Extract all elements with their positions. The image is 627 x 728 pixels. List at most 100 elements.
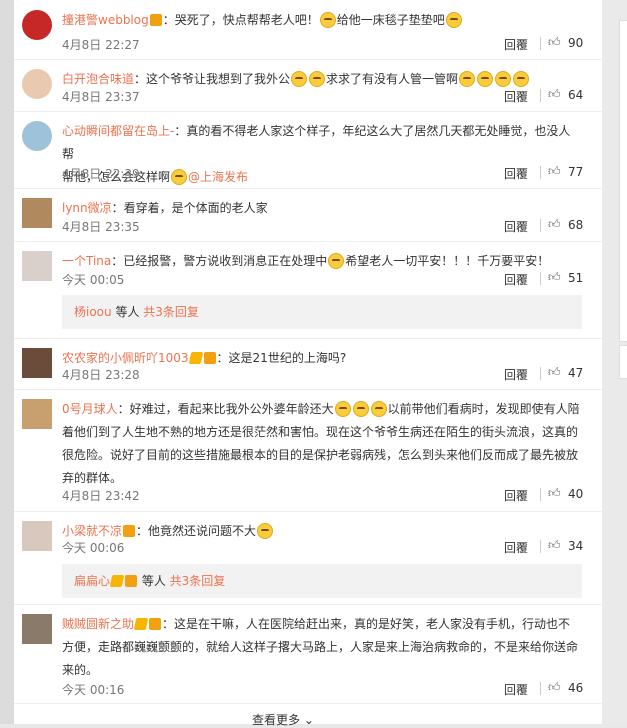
crying-emoji-icon bbox=[477, 71, 494, 87]
comment-list: 撞港警webblog ：哭死了，快点帮帮老人吧！ 给他一床毯子垫垫吧 4月8日 22… bbox=[14, 0, 602, 724]
timestamp: 4月8日 22:27 bbox=[62, 38, 140, 52]
thumb-up-icon[interactable]: 👍︎ bbox=[548, 218, 561, 231]
crying-emoji-icon bbox=[334, 401, 351, 417]
username[interactable]: 心动瞬间都留在岛上- bbox=[62, 124, 174, 138]
thumb-up-icon[interactable]: 👍︎ bbox=[548, 165, 561, 178]
timestamp: 4月8日 23:35 bbox=[62, 220, 140, 234]
like-count: 77 bbox=[568, 165, 584, 179]
reply-username[interactable]: 扁扁心 bbox=[74, 574, 110, 588]
like-count: 64 bbox=[568, 88, 584, 102]
view-replies-link[interactable]: 共3条回复 bbox=[170, 574, 226, 588]
avatar[interactable] bbox=[22, 399, 52, 429]
comment-item: 贼贼圆新之助 ：这是在干嘛，人在医院给赶出来，真的是好笑，老人家没有手机，行动也不… bbox=[14, 604, 602, 704]
divider bbox=[540, 367, 541, 380]
comment-meta: 4月8日 22:27 回覆 👍︎ 90 bbox=[62, 36, 584, 53]
avatar[interactable] bbox=[22, 121, 52, 151]
reply-button[interactable]: 回覆 bbox=[504, 487, 528, 504]
thumb-up-icon[interactable]: 👍︎ bbox=[548, 88, 561, 101]
right-side-card bbox=[619, 345, 627, 379]
avatar[interactable] bbox=[22, 10, 52, 40]
username[interactable]: 一个Tina bbox=[62, 254, 111, 268]
thumb-up-icon[interactable]: 👍︎ bbox=[548, 271, 561, 284]
timestamp: 4月8日 23:28 bbox=[62, 368, 140, 382]
comment-meta: 今天 00:05 回覆 👍︎ 51 bbox=[62, 271, 583, 288]
verified-badge-icon bbox=[133, 618, 149, 630]
reply-button[interactable]: 回覆 bbox=[504, 366, 528, 383]
avatar[interactable] bbox=[22, 69, 52, 99]
avatar[interactable] bbox=[22, 251, 52, 281]
load-more-link[interactable]: 查看更多 ⌄ bbox=[252, 711, 314, 728]
divider bbox=[540, 682, 541, 695]
thumb-up-icon[interactable]: 👍︎ bbox=[548, 366, 561, 379]
username[interactable]: lynn微凉 bbox=[62, 201, 112, 215]
reply-button[interactable]: 回覆 bbox=[504, 36, 528, 53]
avatar[interactable] bbox=[22, 614, 52, 644]
comment-text: 贼贼圆新之助 ：这是在干嘛，人在医院给赶出来，真的是好笑，老人家没有手机，行动也不… bbox=[62, 617, 579, 677]
comment-item: 0号月球人：好难过，看起来比我外公外婆年龄还大 以前带他们看病时，发现即使有人陪着… bbox=[14, 389, 602, 512]
crying-emoji-icon bbox=[352, 401, 369, 417]
username[interactable]: 0号月球人 bbox=[62, 402, 118, 416]
reply-username[interactable]: 杨ioou bbox=[74, 305, 112, 319]
crying-emoji-icon bbox=[495, 71, 512, 87]
username[interactable]: 小梁就不凉 bbox=[62, 524, 122, 538]
crying-emoji-icon bbox=[445, 12, 462, 28]
replies-summary[interactable]: 扁扁心 等人 共3条回复 bbox=[62, 564, 582, 598]
comment-meta: 4月8日 23:37 回覆 👍︎ 64 bbox=[62, 88, 584, 105]
avatar[interactable] bbox=[22, 521, 52, 551]
username[interactable]: 撞港警webblog bbox=[62, 13, 149, 27]
like-count: 90 bbox=[568, 36, 584, 50]
crying-emoji-icon bbox=[513, 71, 530, 87]
timestamp: 4月8日 23:42 bbox=[62, 489, 140, 503]
thumb-up-icon[interactable]: 👍︎ bbox=[548, 36, 561, 49]
reply-button[interactable]: 回覆 bbox=[504, 681, 528, 698]
thumb-up-icon[interactable]: 👍︎ bbox=[548, 539, 561, 552]
divider bbox=[540, 37, 541, 50]
comment-meta: 4月8日 22:39 回覆 👍︎ 77 bbox=[62, 165, 584, 182]
reply-button[interactable]: 回覆 bbox=[504, 165, 528, 182]
divider bbox=[540, 540, 541, 553]
verified-badge-icon bbox=[109, 575, 125, 587]
left-background bbox=[0, 0, 14, 724]
comment-meta: 4月8日 23:35 回覆 👍︎ 68 bbox=[62, 218, 584, 235]
crying-emoji-icon bbox=[370, 401, 387, 417]
thumb-up-icon[interactable]: 👍︎ bbox=[548, 681, 561, 694]
like-count: 34 bbox=[568, 539, 584, 553]
comment-text: 0号月球人：好难过，看起来比我外公外婆年龄还大 以前带他们看病时，发现即使有人陪着… bbox=[62, 401, 580, 485]
reply-button[interactable]: 回覆 bbox=[504, 88, 528, 105]
comment-item: 撞港警webblog ：哭死了，快点帮帮老人吧！ 给他一床毯子垫垫吧 4月8日 22… bbox=[14, 0, 602, 60]
like-count: 46 bbox=[568, 681, 584, 695]
divider bbox=[540, 166, 541, 179]
view-replies-link[interactable]: 共3条回复 bbox=[143, 305, 199, 319]
crying-emoji-icon bbox=[319, 12, 336, 28]
comment-text: 撞港警webblog ：哭死了，快点帮帮老人吧！ 给他一床毯子垫垫吧 bbox=[62, 9, 582, 32]
avatar[interactable] bbox=[22, 198, 52, 228]
crying-emoji-icon bbox=[459, 71, 476, 87]
vip-badge-icon bbox=[125, 575, 138, 587]
timestamp: 4月8日 22:39 bbox=[62, 167, 140, 181]
reply-button[interactable]: 回覆 bbox=[504, 539, 528, 556]
timestamp: 今天 00:06 bbox=[62, 541, 125, 555]
username[interactable]: 贼贼圆新之助 bbox=[62, 617, 134, 631]
crying-emoji-icon bbox=[257, 523, 274, 539]
timestamp: 今天 00:16 bbox=[62, 683, 125, 697]
avatar[interactable] bbox=[22, 348, 52, 378]
vip-badge-icon bbox=[149, 14, 162, 26]
timestamp: 4月8日 23:37 bbox=[62, 90, 140, 104]
username[interactable]: 白开泡合味道 bbox=[62, 72, 134, 86]
reply-button[interactable]: 回覆 bbox=[504, 271, 528, 288]
crying-emoji-icon bbox=[291, 71, 308, 87]
username[interactable]: 农农家的小佩昕吖1003 bbox=[62, 351, 189, 365]
reply-button[interactable]: 回覆 bbox=[504, 218, 528, 235]
comment-meta: 今天 00:06 回覆 👍︎ 34 bbox=[62, 539, 584, 556]
divider bbox=[540, 272, 541, 285]
comment-meta: 4月8日 23:28 回覆 👍︎ 47 bbox=[62, 366, 584, 383]
like-count: 47 bbox=[568, 366, 584, 380]
right-side-card bbox=[619, 20, 627, 342]
like-count: 68 bbox=[568, 218, 584, 232]
comment-item: 农农家的小佩昕吖1003 ：这是21世纪的上海吗? 4月8日 23:28 回覆 👍… bbox=[14, 338, 602, 390]
replies-summary[interactable]: 杨ioou 等人 共3条回复 bbox=[62, 295, 582, 329]
comment-meta: 4月8日 23:42 回覆 👍︎ 40 bbox=[62, 487, 583, 504]
comment-item: 小梁就不凉 ：他竟然还说问题不大 今天 00:06 回覆 👍︎ 34 扁扁心 等人… bbox=[14, 511, 602, 605]
comment-text: lynn微凉：看穿着，是个体面的老人家 bbox=[62, 201, 268, 215]
thumb-up-icon[interactable]: 👍︎ bbox=[548, 487, 561, 500]
